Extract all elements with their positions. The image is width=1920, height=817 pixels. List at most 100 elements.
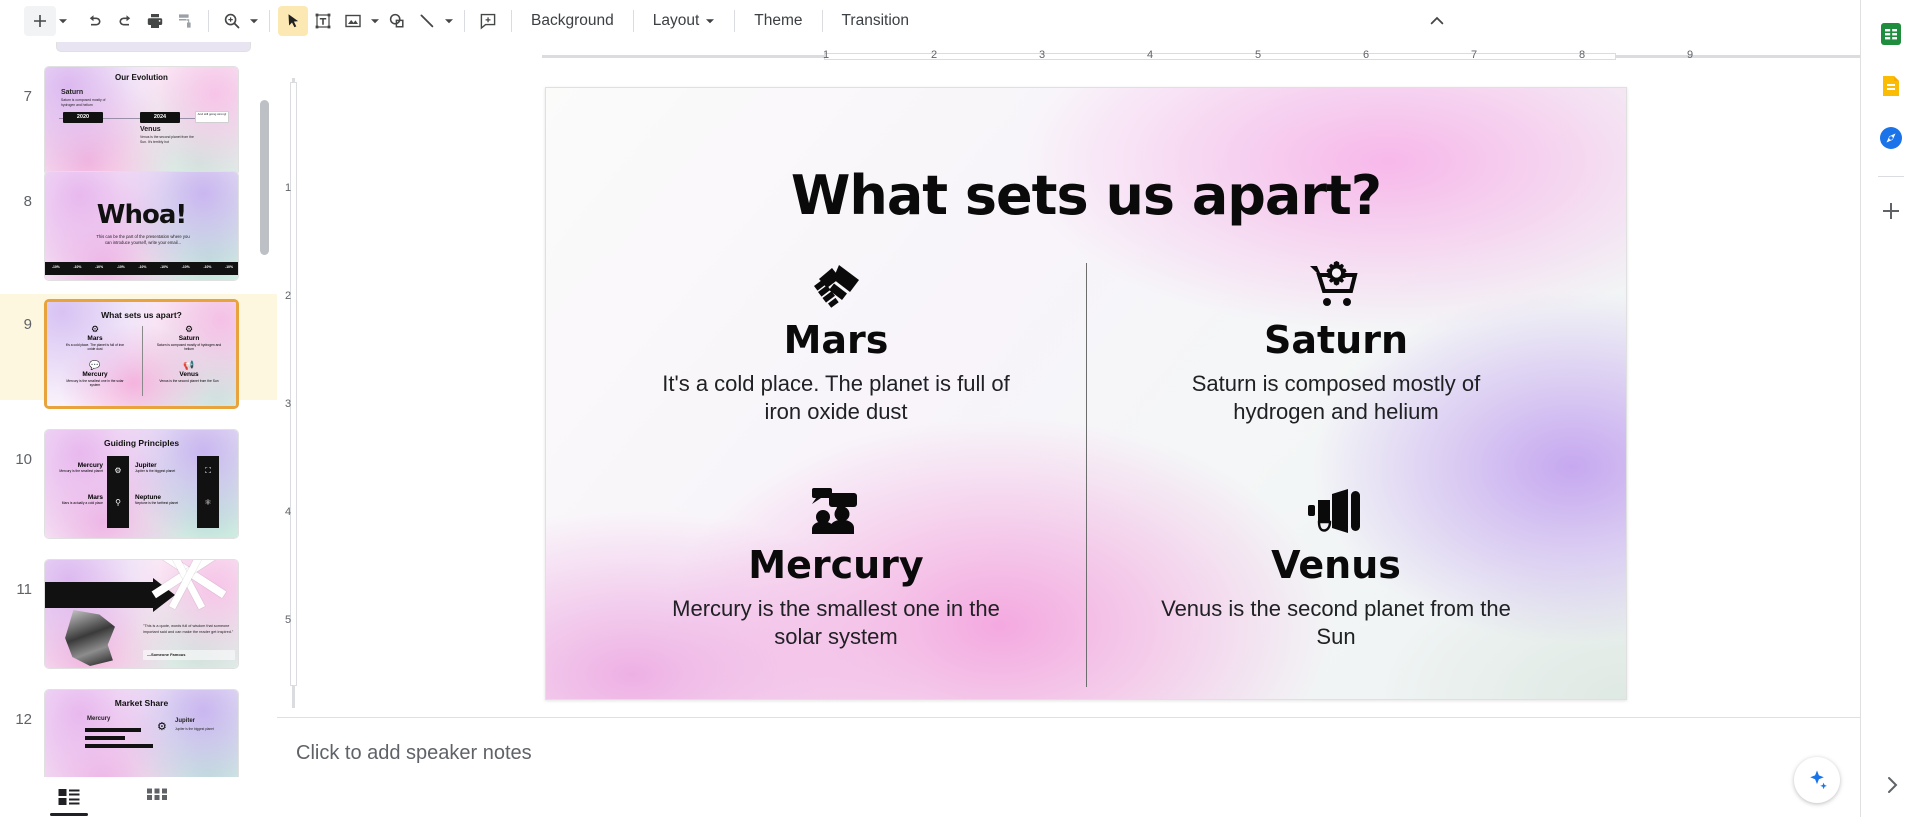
quadrant-title: Saturn <box>1263 318 1409 362</box>
line-button[interactable] <box>412 6 442 36</box>
chevron-up-icon <box>1430 16 1444 25</box>
zoom-button[interactable] <box>217 6 247 36</box>
select-tool-button[interactable] <box>278 6 308 36</box>
thumb-item-desc: Venus is the second planet from the Sun <box>159 379 219 383</box>
filmstrip-view-button[interactable] <box>50 783 88 816</box>
background-button[interactable]: Background <box>520 6 625 36</box>
thumb-bar-icon-4: ⚛ <box>204 498 212 507</box>
thumb-item-desc: Saturn is composed mostly of hydrogen an… <box>61 98 106 107</box>
thumb-title: Guiding Principles <box>103 438 180 448</box>
quadrant-description: Saturn is composed mostly of hydrogen an… <box>1191 370 1481 424</box>
thumb-item-label: Neptune <box>135 494 161 501</box>
expand-side-panel-button[interactable] <box>1874 767 1910 803</box>
thumb-item-desc: Neptune is the farthest planet <box>135 501 179 505</box>
toolbar-divider-2 <box>269 10 270 32</box>
slide-title[interactable]: What sets us apart? <box>546 164 1626 227</box>
thumb-title: Our Evolution <box>115 73 168 82</box>
print-button[interactable] <box>140 6 170 36</box>
quadrant-description: Venus is the second planet from the Sun <box>1161 595 1511 649</box>
add-comment-button[interactable] <box>473 6 503 36</box>
thumb-divider <box>142 326 143 396</box>
horizontal-ruler[interactable]: 1 2 3 4 5 6 7 8 9 <box>542 48 1886 64</box>
thumb-item-label-2: Venus <box>140 126 161 133</box>
thumb-quadrant-3: 💬 Mercury Mercury is the smallest one in… <box>53 360 137 389</box>
filmstrip-slide-8[interactable]: 8 Whoa! This can be the part of the pres… <box>0 165 277 294</box>
filmstrip-view-icon <box>58 789 80 805</box>
filmstrip-slide-10[interactable]: 10 Guiding Principles ⚙ ⚲ ⛶ ⚛ Mercury Me… <box>0 423 277 552</box>
thumb-quote: "This is a quote, words full of wisdom t… <box>143 624 234 634</box>
slide-canvas-area: 1 2 3 4 5 6 7 8 9 1 2 3 4 5 What sets us… <box>277 42 1886 817</box>
thumb-title: What sets us apart? <box>101 310 182 320</box>
filmstrip-slide-11[interactable]: 11 "This is a quote, words full of wisdo… <box>0 553 277 682</box>
add-app-icon[interactable] <box>1871 191 1911 231</box>
quadrant-saturn[interactable]: Saturn Saturn is composed mostly of hydr… <box>1146 258 1526 426</box>
layout-button[interactable]: Layout <box>642 6 727 36</box>
thumb-quadrant-4: 📢 Venus Venus is the second planet from … <box>147 360 231 384</box>
keep-app-icon[interactable] <box>1871 66 1911 106</box>
people-chat-icon <box>646 483 1026 539</box>
transition-button[interactable]: Transition <box>831 6 920 36</box>
thumb-title: Market Share <box>114 698 169 708</box>
thumb-item-desc: Jupiter is the biggest planet <box>135 469 176 473</box>
thumb-band-labels: -10% -10% -10% -10% -10% -10% -10% -10% -10% <box>51 265 234 269</box>
quadrant-venus[interactable]: Venus Venus is the second planet from th… <box>1146 483 1526 651</box>
slide-thumbnail[interactable]: Our Evolution Saturn Saturn is composed … <box>44 66 239 176</box>
maps-app-icon[interactable] <box>1871 118 1911 158</box>
thumb-quadrant-2: ⚙ Saturn Saturn is composed mostly of hy… <box>147 324 231 353</box>
toolbar-divider <box>208 10 209 32</box>
theme-button[interactable]: Theme <box>743 6 813 36</box>
explore-button[interactable] <box>1794 757 1840 803</box>
filmstrip-scrollbar[interactable] <box>260 100 269 255</box>
speaker-notes-pane[interactable]: Click to add speaker notes <box>277 717 1860 817</box>
new-slide-dropdown[interactable] <box>56 16 70 26</box>
sheets-app-icon[interactable] <box>1871 14 1911 54</box>
chevron-right-icon <box>1888 777 1898 793</box>
handshake-icon <box>646 258 1026 314</box>
thumb-subtitle: This can be the part of the presentation… <box>96 234 190 246</box>
paint-format-button[interactable] <box>170 6 200 36</box>
quadrant-title: Venus <box>1271 543 1401 587</box>
speaker-notes-placeholder[interactable]: Click to add speaker notes <box>296 742 532 765</box>
thumb-item-desc: It's a cold place. The planet is full of… <box>65 343 125 352</box>
toolbar-divider-3 <box>464 10 465 32</box>
thumbnail-partial-above[interactable] <box>56 42 251 52</box>
quadrant-description: It's a cold place. The planet is full of… <box>662 370 1010 424</box>
quadrant-mercury[interactable]: Mercury Mercury is the smallest one in t… <box>646 483 1026 651</box>
thumb-item-label: Venus <box>179 371 199 378</box>
slide-thumbnail-selected[interactable]: What sets us apart? ⚙ Mars It's a cold p… <box>44 299 239 409</box>
grid-view-button[interactable] <box>140 783 174 811</box>
zoom-dropdown[interactable] <box>247 16 261 26</box>
collapse-menu-button[interactable] <box>1422 6 1452 36</box>
new-slide-button[interactable] <box>24 6 56 36</box>
insert-image-dropdown[interactable] <box>368 16 382 26</box>
quadrant-title: Mars <box>783 318 889 362</box>
text-box-button[interactable] <box>308 6 338 36</box>
filmstrip-slide-9[interactable]: 9 What sets us apart? ⚙ Mars It's a cold… <box>0 294 277 409</box>
slide-thumbnail[interactable]: Guiding Principles ⚙ ⚲ ⛶ ⚛ Mercury Mercu… <box>44 429 239 539</box>
current-slide[interactable]: What sets us apart? Mars It's a cold pla… <box>545 87 1627 700</box>
thumb-bar-icon-3: ⛶ <box>205 466 211 475</box>
slide-thumbnail[interactable]: Whoa! This can be the part of the presen… <box>44 171 239 281</box>
quadrant-description: Mercury is the smallest one in the solar… <box>672 595 1000 649</box>
slide-thumbnail[interactable]: "This is a quote, words full of wisdom t… <box>44 559 239 669</box>
thumb-item-label: Mars <box>87 494 103 501</box>
explore-icon <box>1810 770 1827 790</box>
quadrant-mars[interactable]: Mars It's a cold place. The planet is fu… <box>646 258 1026 426</box>
slide-thumbnail[interactable]: Market Share Mercury ⚙ Jupiter Jupiter i… <box>44 689 239 777</box>
cart-gear-icon <box>1146 258 1526 314</box>
slide-number: 8 <box>23 193 32 210</box>
thumb-chip-label-2: 2024 <box>153 114 167 120</box>
insert-image-button[interactable] <box>338 6 368 36</box>
slide-number: 10 <box>15 451 32 468</box>
shape-button[interactable] <box>382 6 412 36</box>
vertical-ruler[interactable]: 1 2 3 4 5 <box>285 78 301 708</box>
redo-button[interactable] <box>110 6 140 36</box>
undo-button[interactable] <box>80 6 110 36</box>
line-dropdown[interactable] <box>442 16 456 26</box>
slide-number: 7 <box>23 88 32 105</box>
slide-number: 12 <box>15 711 32 728</box>
toolbar-divider-5 <box>632 10 634 32</box>
filmstrip-slide-12[interactable]: 12 Market Share Mercury ⚙ Jupiter Jupite… <box>0 683 277 777</box>
thumb-item-3: Mars Mars is actually a cold place <box>53 494 103 505</box>
slide-filmstrip[interactable]: 7 Our Evolution Saturn Saturn is compose… <box>0 42 277 777</box>
